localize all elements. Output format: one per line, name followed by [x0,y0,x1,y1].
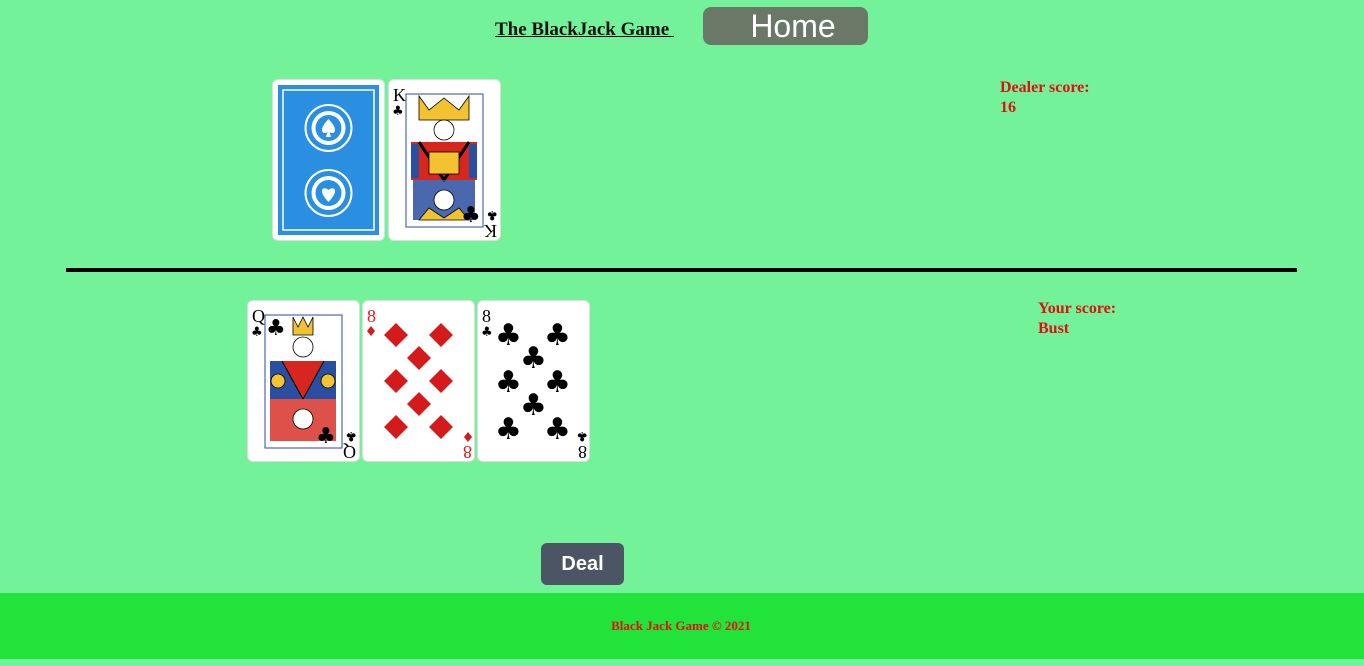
svg-text:♣: ♣ [520,341,547,376]
svg-text:♣: ♣ [316,424,336,449]
page-title: The BlackJack Game [495,19,674,40]
svg-text:8: 8 [463,442,472,461]
eight-of-clubs-icon: 8 ♣ ♣ ♣ ♣ ♣ ♣ ♣ ♣ ♣ 8 ♣ [481,306,588,461]
eight-of-diamonds-icon: 8 8 [367,306,472,461]
footer: Black Jack Game © 2021 [0,593,1364,659]
svg-text:8: 8 [367,306,376,326]
deal-button[interactable]: Deal [541,543,624,585]
king-of-clubs-icon: K ♣ ♣ ♣ K ♣ [392,85,498,240]
player-card-queen-clubs: Q ♣ ♣ ♣ Q ♣ [247,300,360,462]
svg-text:Q: Q [343,442,356,461]
svg-text:♣: ♣ [392,104,404,119]
svg-text:♣: ♣ [345,428,357,443]
svg-text:♣: ♣ [576,428,588,443]
svg-text:♣: ♣ [486,207,498,222]
player-card-eight-diamonds: 8 8 [362,300,475,462]
svg-text:♣: ♣ [520,388,547,423]
player-card-eight-clubs: 8 ♣ ♣ ♣ ♣ ♣ ♣ ♣ ♣ ♣ 8 ♣ [477,300,590,462]
dealer-card-king-clubs: K ♣ ♣ ♣ K ♣ [388,79,501,241]
card-back-icon [278,85,379,235]
player-score-value: Bust [1038,320,1070,337]
table-divider [66,268,1297,272]
svg-text:♣: ♣ [495,365,522,400]
svg-text:♣: ♣ [544,318,571,353]
svg-text:8: 8 [482,306,491,326]
svg-text:♣: ♣ [251,325,263,340]
svg-text:8: 8 [578,442,587,461]
svg-text:♣: ♣ [266,316,286,341]
dealer-score: Dealer score: 16 [1000,78,1090,118]
game-page: The BlackJack Game Home K ♣ ♣ K ♣ Dealer… [0,0,1364,666]
dealer-score-value: 16 [1000,99,1016,116]
svg-text:♣: ♣ [495,318,522,353]
svg-text:♣: ♣ [544,365,571,400]
dealer-score-label: Dealer score: [1000,79,1090,96]
svg-text:K: K [484,221,497,240]
home-button[interactable]: Home [703,7,868,45]
svg-text:♣: ♣ [481,325,493,340]
dealer-card-hidden [272,79,385,241]
svg-text:♣: ♣ [544,412,571,447]
queen-of-clubs-icon: Q ♣ ♣ ♣ Q ♣ [251,306,357,461]
player-score: Your score: Bust [1038,299,1116,339]
svg-text:♣: ♣ [461,203,481,228]
svg-text:Q: Q [252,306,265,326]
svg-text:♣: ♣ [495,412,522,447]
player-score-label: Your score: [1038,300,1117,317]
footer-copyright: Black Jack Game © 2021 [611,618,751,633]
